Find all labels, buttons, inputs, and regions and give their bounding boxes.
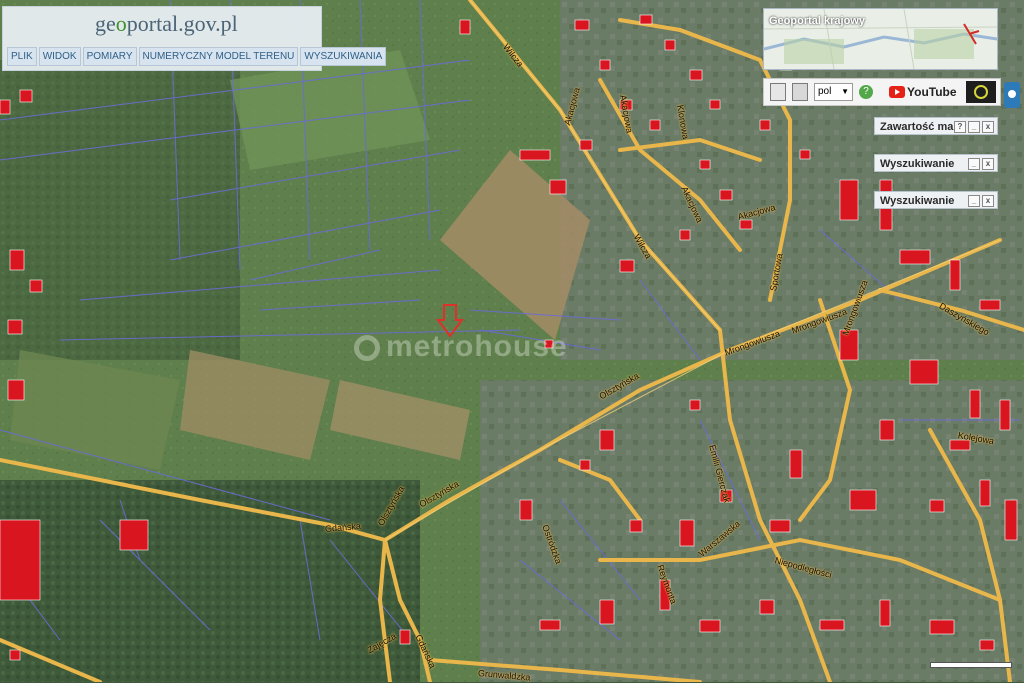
panel-close-button[interactable]: x [982, 121, 994, 133]
overview-map[interactable]: Geoportal krajowy [763, 8, 998, 70]
main-menu: PLIK WIDOK POMIARY NUMERYCZNY MODEL TERE… [7, 47, 387, 66]
panel-title: Wyszukiwanie [880, 158, 955, 170]
scale-bar [930, 662, 1012, 668]
panel-close-button[interactable]: x [982, 158, 994, 170]
app-header: geoportal.gov.pl PLIK WIDOK POMIARY NUME… [2, 6, 387, 71]
youtube-button[interactable]: YouTube [889, 85, 957, 99]
help-icon[interactable]: ? [859, 85, 873, 99]
panel-zawartosc-mapy[interactable]: Zawartość mapy ? _ x [874, 117, 998, 135]
side-toggle-button[interactable] [1004, 82, 1020, 108]
watermark: metrohouse [354, 330, 568, 364]
menu-item-pomiary[interactable]: POMIARY [82, 47, 137, 66]
youtube-icon [889, 86, 905, 98]
top-toolbar: pol ▼ ? YouTube [763, 78, 1001, 106]
panel-minimize-button[interactable]: _ [968, 121, 980, 133]
panel-close-button[interactable]: x [982, 195, 994, 207]
document-icon[interactable] [770, 83, 786, 101]
panel-title: Wyszukiwanie [880, 195, 955, 207]
youtube-label: YouTube [907, 85, 957, 99]
panel-help-button[interactable]: ? [954, 121, 966, 133]
panel-wyszukiwanie-2[interactable]: Wyszukiwanie _ x [874, 191, 998, 209]
overview-map-title: Geoportal krajowy [769, 15, 865, 27]
print-icon[interactable] [792, 83, 808, 101]
language-select[interactable]: pol ▼ [814, 83, 853, 101]
menu-item-wyszukiwania[interactable]: WYSZUKIWANIA [300, 47, 387, 66]
eye-icon[interactable] [966, 81, 996, 103]
panel-minimize-button[interactable]: _ [968, 195, 980, 207]
geoportal-logo[interactable]: geoportal.gov.pl [95, 11, 238, 37]
menu-item-widok[interactable]: WIDOK [38, 47, 81, 66]
panel-wyszukiwanie-1[interactable]: Wyszukiwanie _ x [874, 154, 998, 172]
menu-item-plik[interactable]: PLIK [7, 47, 37, 66]
panel-minimize-button[interactable]: _ [968, 158, 980, 170]
menu-item-nmt[interactable]: NUMERYCZNY MODEL TERENU [138, 47, 299, 66]
